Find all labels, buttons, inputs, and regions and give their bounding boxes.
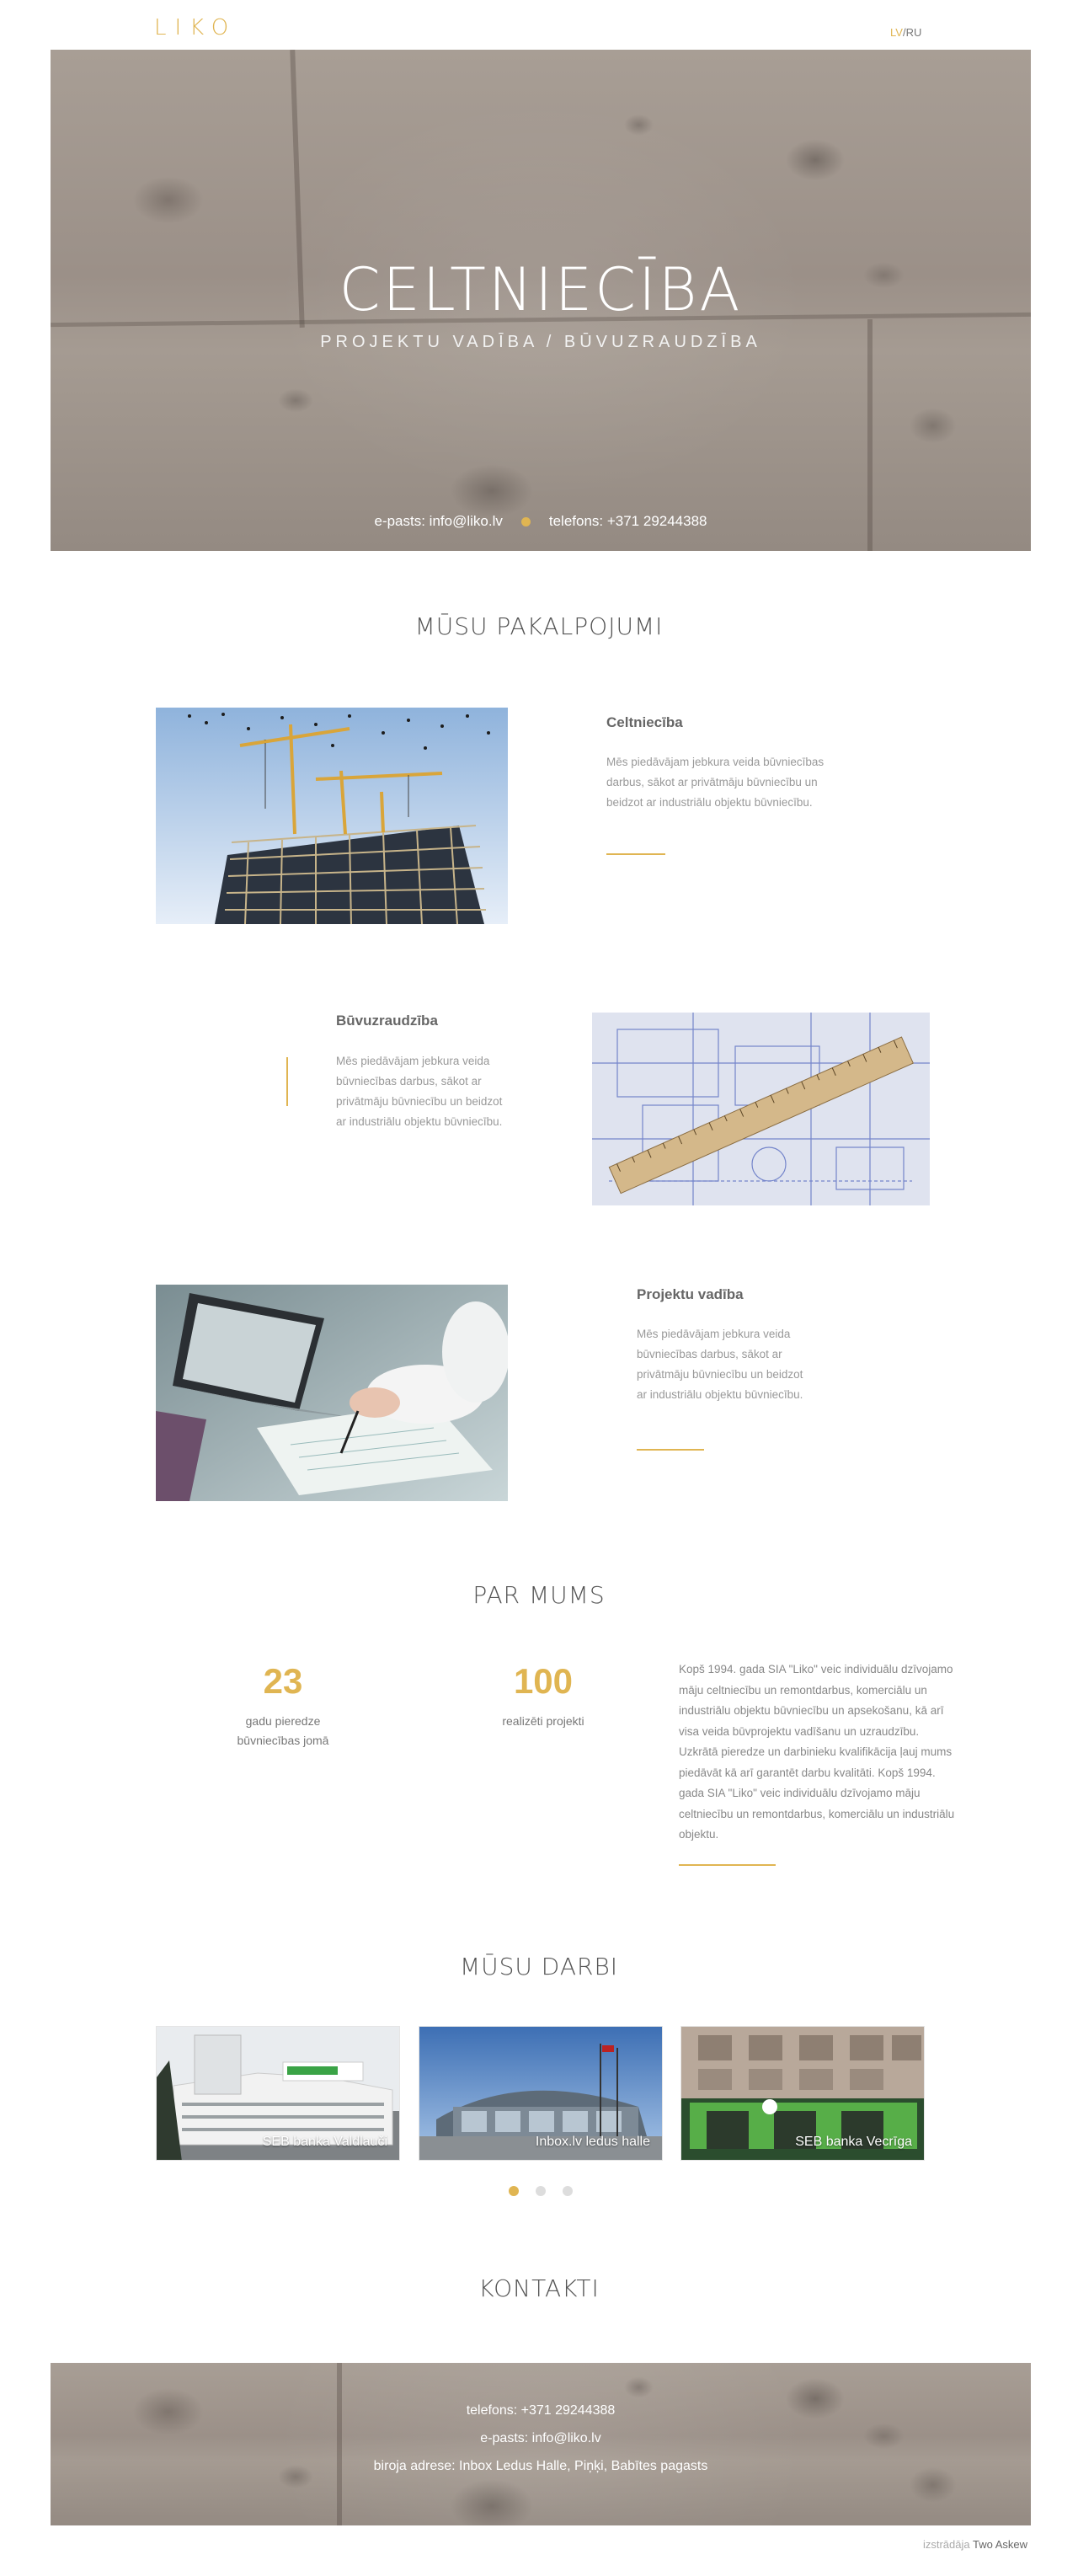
stat-years-label: gadu pieredze būvniecības jomā — [199, 1712, 367, 1750]
hero-banner: CELTNIECĪBA PROJEKTU VADĪBA / BŪVUZRAUDZ… — [51, 50, 1031, 551]
lang-ru-link[interactable]: RU — [906, 26, 922, 39]
contact-address: biroja adrese: Inbox Ledus Halle, Piņķi,… — [373, 2459, 708, 2473]
laptop-paperwork-image — [156, 1285, 508, 1501]
construction-crane-image — [156, 708, 508, 924]
about-text: Kopš 1994. gada SIA "Liko" veic individu… — [679, 1663, 955, 1841]
site-logo[interactable]: LIKO — [154, 15, 237, 40]
bullet-dot-icon — [520, 517, 531, 527]
work-caption: SEB banka Valdlauči — [262, 2135, 387, 2149]
about-divider — [679, 1864, 776, 1866]
work-card-seb-vecriga[interactable]: SEB banka Vecrīga — [680, 2026, 925, 2161]
footer-credit: izstrādāja Two Askew — [923, 2538, 1027, 2551]
works-heading: MŪSU DARBI — [459, 1953, 619, 1980]
work-card-inbox-ice-hall[interactable]: Inbox.lv ledus halle — [419, 2026, 663, 2161]
work-caption: Inbox.lv ledus halle — [535, 2135, 650, 2149]
contacts-heading: KONTAKTI — [478, 2274, 600, 2302]
hero-phone-link[interactable]: telefons: +371 29244388 — [549, 513, 707, 529]
carousel-dots — [509, 2185, 590, 2200]
work-caption: SEB banka Vecrīga — [795, 2135, 912, 2149]
services-heading: MŪSU PAKALPOJUMI — [414, 612, 664, 640]
hero-title: CELTNIECĪBA — [339, 255, 743, 324]
contacts-banner: telefons: +371 29244388 e-pasts: info@li… — [51, 2363, 1031, 2525]
service-divider — [637, 1449, 704, 1451]
service-divider-vertical — [286, 1057, 288, 1106]
service-title-project-management: Projektu vadība — [637, 1286, 744, 1302]
carousel-dot-1[interactable] — [509, 2186, 519, 2196]
service-divider — [606, 853, 665, 855]
carousel-dot-2[interactable] — [536, 2186, 546, 2196]
hero-contact: e-pasts: info@liko.lv telefons: +371 2924… — [51, 513, 1031, 530]
about-heading: PAR MUMS — [472, 1581, 606, 1609]
stat-years-label-line: gadu pieredze — [245, 1714, 321, 1728]
contact-phone-link[interactable]: telefons: +371 29244388 — [51, 2403, 1031, 2418]
blueprint-ruler-image — [592, 1013, 930, 1205]
language-switcher: LV/RU — [890, 26, 921, 39]
credit-link[interactable]: Two Askew — [973, 2538, 1027, 2551]
hero-email-link[interactable]: e-pasts: info@liko.lv — [374, 513, 502, 529]
stat-years-number: 23 — [263, 1661, 303, 1701]
carousel-dot-3[interactable] — [563, 2186, 573, 2196]
service-title-supervision: Būvuzraudzība — [336, 1013, 438, 1029]
stat-years-label-line: būvniecības jomā — [237, 1734, 329, 1747]
service-text-supervision: Mēs piedāvājam jebkura veida būvniecības… — [336, 1055, 503, 1128]
service-text-construction: Mēs piedāvājam jebkura veida būvniecības… — [606, 756, 825, 809]
hero-subtitle: PROJEKTU VADĪBA / BŪVUZRAUDZĪBA — [320, 333, 761, 351]
stat-projects-number: 100 — [513, 1661, 574, 1701]
service-text-project-management: Mēs piedāvājam jebkura veida būvniecības… — [637, 1328, 803, 1401]
contact-email-link[interactable]: e-pasts: info@liko.lv — [51, 2431, 1031, 2446]
credit-prefix: izstrādāja — [922, 2538, 970, 2551]
service-title-construction: Celtniecība — [606, 714, 683, 730]
stat-projects-label: realizēti projekti — [502, 1714, 584, 1728]
lang-lv-link[interactable]: LV — [890, 26, 903, 39]
work-card-seb-valdlauci[interactable]: SEB banka Valdlauči — [156, 2026, 400, 2161]
